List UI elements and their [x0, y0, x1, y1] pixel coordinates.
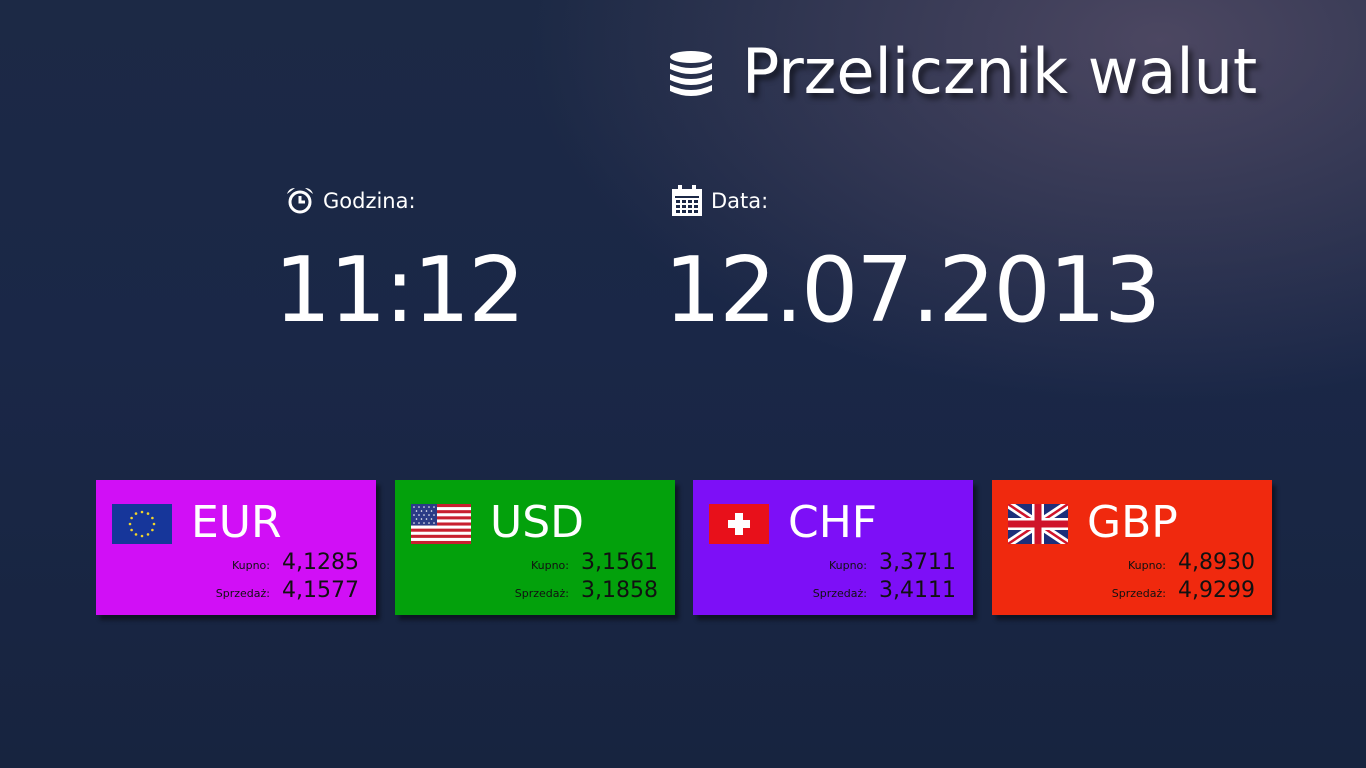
database-icon	[670, 51, 712, 96]
calendar-icon	[672, 185, 702, 216]
sell-rate-row: Sprzedaż: 3,4111	[812, 578, 956, 603]
time-value: 11:12	[274, 238, 525, 343]
eu-flag-icon	[112, 504, 172, 544]
sell-value: 4,9299	[1178, 578, 1255, 603]
sell-value: 4,1577	[282, 578, 359, 603]
swiss-flag-icon	[709, 504, 769, 544]
currency-code: CHF	[788, 497, 878, 548]
us-flag-icon	[411, 504, 471, 544]
time-label: Godzina:	[285, 184, 416, 218]
currency-code: EUR	[191, 497, 282, 548]
currency-tile-eur[interactable]: EUR Kupno: 4,1285 Sprzedaż: 4,1577	[96, 480, 376, 615]
buy-rate-row: Kupno: 3,3711	[828, 550, 956, 575]
sell-rate-row: Sprzedaż: 4,9299	[1111, 578, 1255, 603]
sell-value: 3,1858	[581, 578, 658, 603]
sell-rate-row: Sprzedaż: 3,1858	[514, 578, 658, 603]
sell-rate-row: Sprzedaż: 4,1577	[215, 578, 359, 603]
buy-value: 4,8930	[1178, 550, 1255, 575]
date-value: 12.07.2013	[664, 238, 1161, 343]
uk-flag-icon	[1008, 504, 1068, 544]
page-title: Przelicznik walut	[742, 35, 1258, 108]
buy-rate-row: Kupno: 3,1561	[530, 550, 658, 575]
currency-code: USD	[490, 497, 585, 548]
buy-rate-row: Kupno: 4,1285	[231, 550, 359, 575]
time-label-text: Godzina:	[323, 189, 416, 213]
currency-tile-gbp[interactable]: GBP Kupno: 4,8930 Sprzedaż: 4,9299	[992, 480, 1272, 615]
buy-label: Kupno:	[828, 559, 867, 572]
app-header: Przelicznik walut	[668, 32, 1257, 112]
alarm-clock-icon	[287, 188, 313, 214]
sell-label: Sprzedaż:	[812, 587, 867, 600]
currency-tile-chf[interactable]: CHF Kupno: 3,3711 Sprzedaż: 3,4111	[693, 480, 973, 615]
buy-label: Kupno:	[1127, 559, 1166, 572]
sell-value: 3,4111	[879, 578, 956, 603]
date-label-text: Data:	[711, 189, 769, 213]
buy-rate-row: Kupno: 4,8930	[1127, 550, 1255, 575]
sell-label: Sprzedaż:	[215, 587, 270, 600]
buy-label: Kupno:	[530, 559, 569, 572]
currency-code: GBP	[1087, 497, 1178, 548]
sell-label: Sprzedaż:	[514, 587, 569, 600]
currency-tile-usd[interactable]: USD Kupno: 3,1561 Sprzedaż: 3,1858	[395, 480, 675, 615]
buy-label: Kupno:	[231, 559, 270, 572]
buy-value: 3,3711	[879, 550, 956, 575]
date-label: Data:	[671, 184, 768, 218]
sell-label: Sprzedaż:	[1111, 587, 1166, 600]
buy-value: 4,1285	[282, 550, 359, 575]
buy-value: 3,1561	[581, 550, 658, 575]
